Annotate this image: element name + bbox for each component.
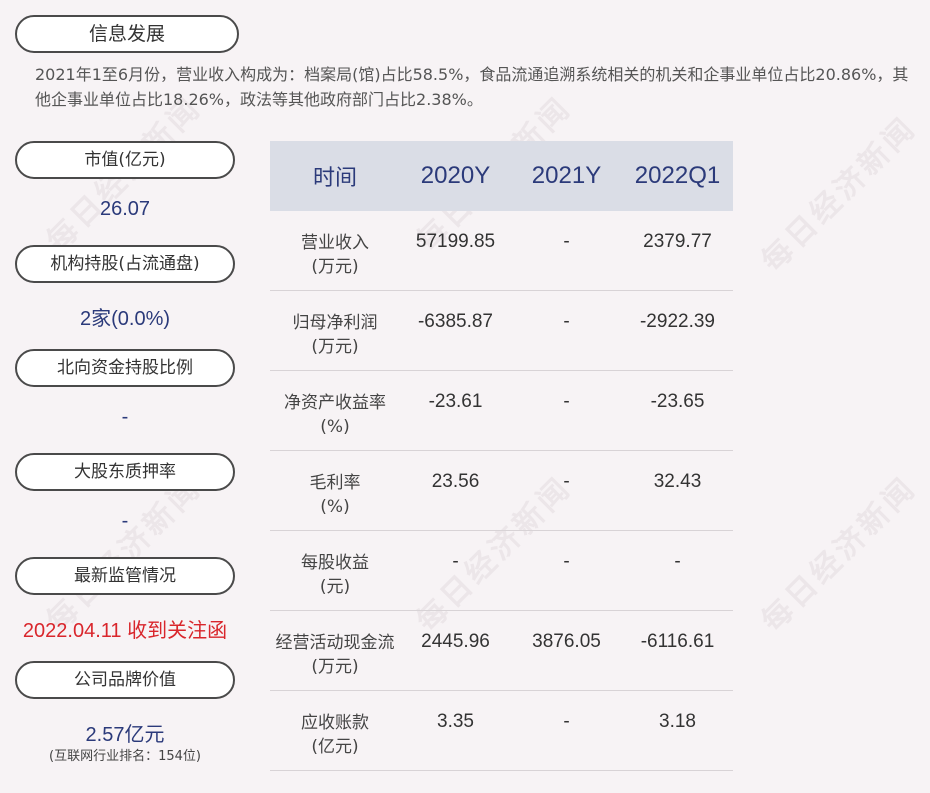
header-2021y: 2021Y xyxy=(531,162,602,189)
cell-value: 3876.05 xyxy=(532,631,601,652)
table-row: 每股收益 (元) - - - xyxy=(270,531,733,611)
cell-value: -2922.39 xyxy=(639,311,715,332)
row-label: 经营活动现金流 (万元) xyxy=(275,633,395,677)
header-2020y: 2020Y xyxy=(420,162,491,189)
cell-value: 2379.77 xyxy=(643,231,712,252)
row-label: 应收账款 (亿元) xyxy=(301,713,369,757)
cell-value: - xyxy=(563,391,570,412)
table-header: 时间 2020Y 2021Y 2022Q1 xyxy=(270,141,733,211)
cell-value: 3.18 xyxy=(659,711,696,732)
pledge-rate-label: 大股东质押率 xyxy=(15,453,235,491)
row-label: 每股收益 (元) xyxy=(301,553,369,597)
cell-value: - xyxy=(563,551,570,572)
institutional-holding-value: 2家(0.0%) xyxy=(79,308,171,330)
cell-value: - xyxy=(563,471,570,492)
table-row: 净资产收益率 (%) -23.61 - -23.65 xyxy=(270,371,733,451)
table-row: 应收账款 (亿元) 3.35 - 3.18 xyxy=(270,691,733,771)
cell-value: - xyxy=(674,551,681,572)
cell-value: 57199.85 xyxy=(415,231,496,252)
cell-value: 3.35 xyxy=(437,711,474,732)
brand-value-label: 公司品牌价值 xyxy=(15,661,235,699)
table-row: 归母净利润 (万元) -6385.87 - -2922.39 xyxy=(270,291,733,371)
market-cap-label: 市值(亿元) xyxy=(15,141,235,179)
cell-value: 23.56 xyxy=(431,471,480,492)
northbound-holding-value: - xyxy=(121,406,129,428)
cell-value: -23.61 xyxy=(428,391,483,412)
cell-value: - xyxy=(563,711,570,732)
cell-value: -6116.61 xyxy=(640,631,715,652)
cell-value: 2445.96 xyxy=(421,631,490,652)
market-cap-value: 26.07 xyxy=(99,198,151,220)
cell-value: - xyxy=(452,551,459,572)
row-label: 归母净利润 (万元) xyxy=(292,313,378,357)
watermark: 每日经济新闻 xyxy=(754,469,924,639)
row-label: 净资产收益率 (%) xyxy=(284,393,386,437)
header-time: 时间 xyxy=(312,166,357,191)
table-row: 经营活动现金流 (万元) 2445.96 3876.05 -6116.61 xyxy=(270,611,733,691)
brand-rank-note: (互联网行业排名：154位) xyxy=(49,749,201,764)
cell-value: -23.65 xyxy=(650,391,705,412)
table-row: 营业收入 (万元) 57199.85 - 2379.77 xyxy=(270,211,733,291)
table-row: 毛利率 (%) 23.56 - 32.43 xyxy=(270,451,733,531)
cell-value: - xyxy=(563,231,570,252)
header-2022q1: 2022Q1 xyxy=(634,162,721,189)
institutional-holding-label: 机构持股(占流通盘) xyxy=(15,245,235,283)
financial-table: 时间 2020Y 2021Y 2022Q1 营业收入 (万元) 57199.85 … xyxy=(270,141,733,771)
intro-text: 2021年1至6月份，营业收入构成为：档案局(馆)占比58.5%，食品流通追溯系… xyxy=(35,65,909,109)
row-label: 营业收入 (万元) xyxy=(301,233,369,277)
northbound-holding-label: 北向资金持股比例 xyxy=(15,349,235,387)
regulatory-status-value: 2022.04.11 收到关注函 xyxy=(22,620,228,642)
cell-value: -6385.87 xyxy=(417,311,493,332)
watermark: 每日经济新闻 xyxy=(754,109,924,279)
cell-value: 32.43 xyxy=(653,471,702,492)
regulatory-status-label: 最新监管情况 xyxy=(15,557,235,595)
brand-value-value: 2.57亿元 xyxy=(85,724,165,746)
section-title: 信息发展 xyxy=(15,15,239,53)
pledge-rate-value: - xyxy=(121,510,129,532)
row-label: 毛利率 (%) xyxy=(309,473,361,517)
cell-value: - xyxy=(563,311,570,332)
